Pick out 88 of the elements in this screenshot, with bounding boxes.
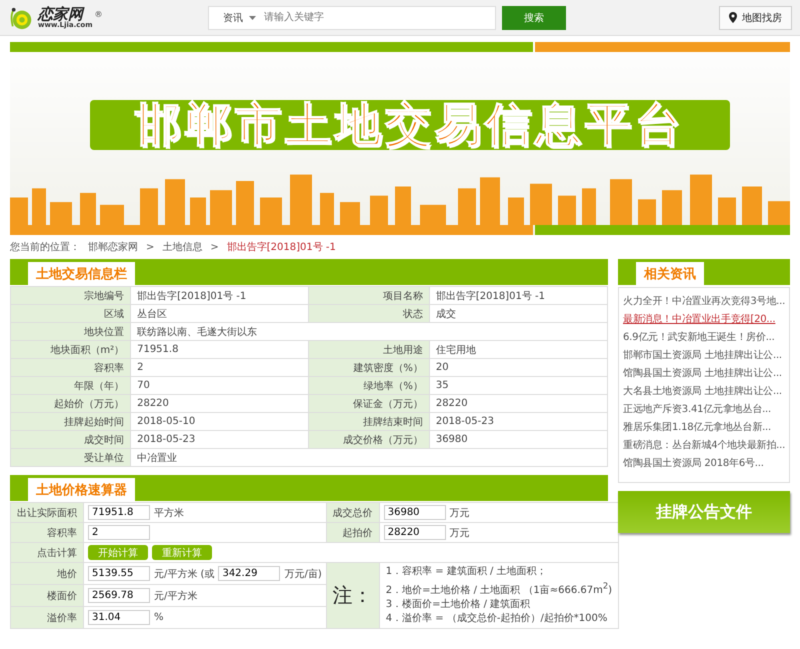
field-value: 35 (429, 376, 608, 394)
field-label: 宗地编号 (10, 286, 131, 304)
field-label: 区域 (10, 304, 131, 322)
field-value: 丛台区 (130, 304, 309, 322)
field-label: 绿地率（%） (308, 376, 430, 394)
news-link[interactable]: 馆陶县国土资源局 2018年6号... (623, 456, 786, 471)
unit-label: 元/平方米 (154, 590, 198, 603)
field-label: 成交总价 (326, 502, 380, 522)
field-label: 保证金（万元） (308, 394, 430, 412)
news-link[interactable]: 大名县土地资源局 土地挂牌出让公... (623, 384, 786, 399)
field-value: 2 (130, 358, 309, 376)
field-label: 项目名称 (308, 286, 430, 304)
input-field[interactable]: 36980 (384, 505, 446, 520)
field-value: 36980 (429, 430, 608, 448)
unit-label: 万元 (450, 506, 470, 520)
news-link[interactable]: 雅居乐集团1.18亿元拿地丛台新... (623, 420, 786, 435)
field-value: 2018-05-23 (429, 412, 608, 430)
breadcrumb-link[interactable]: 邯出告字[2018]01号 -1 (226, 240, 336, 254)
breadcrumb-separator: > (146, 242, 154, 252)
field-label: 挂牌起始时间 (10, 412, 131, 430)
field-value: 28220 (130, 394, 309, 412)
search-button[interactable]: 搜索 (502, 6, 566, 30)
breadcrumb-separator: > (210, 242, 219, 252)
news-link[interactable]: 重磅消息：丛台新城4个地块最新拍... (623, 438, 786, 453)
unit-label: 万元/亩) (284, 568, 322, 581)
notes-label: 注： (326, 562, 380, 629)
note-line: 3．楼面价=土地价格 / 建筑面积 (386, 598, 532, 612)
category-dropdown[interactable]: 资讯 (223, 10, 243, 24)
registered-mark: ® (94, 10, 103, 18)
breadcrumb-link[interactable]: 邯郸恋家网 (88, 240, 138, 254)
field-label: 起始价（万元） (10, 394, 131, 412)
input-field[interactable]: 2569.78 (88, 588, 150, 604)
input-field[interactable]: 5139.55 (88, 566, 150, 582)
field-label: 出让实际面积 (10, 502, 84, 522)
search-field[interactable]: 资讯 请输入关键字 (208, 6, 496, 30)
field-label: 容积率 (10, 522, 84, 542)
field-label: 成交价格（万元） (308, 430, 430, 448)
input-field[interactable]: 28220 (384, 525, 446, 540)
news-link[interactable]: 正远地产斥资3.41亿元拿地丛台... (623, 402, 786, 417)
input-field[interactable]: 342.29 (218, 566, 280, 582)
unit-label: 平方米 (154, 506, 184, 520)
field-value: 邯出告字[2018]01号 -1 (429, 286, 608, 304)
field-value: 2018-05-10 (130, 412, 309, 430)
news-link[interactable]: 6.9亿元！武安新地王诞生！房价... (623, 330, 786, 345)
note-line: 1．容积率 = 建筑面积 / 土地面积； (386, 565, 548, 579)
news-link[interactable]: 邯郸市国土资源局 土地挂牌出让公... (623, 348, 786, 363)
news-link[interactable]: 火力全开！中冶置业再次竞得3号地... (623, 294, 786, 309)
breadcrumb-link[interactable]: 土地信息 (162, 240, 202, 254)
field-label: 建筑密度（%） (308, 358, 430, 376)
breadcrumb-label: 您当前的位置： (10, 240, 80, 254)
map-pin-icon (729, 12, 737, 23)
field-label: 土地用途 (308, 340, 430, 358)
field-value: 28220 (429, 394, 608, 412)
input-field[interactable]: 2 (88, 525, 150, 540)
field-value: 中冶置业 (130, 448, 608, 466)
field-value: 20 (429, 358, 608, 376)
input-field[interactable]: 31.04 (88, 610, 150, 626)
news-link[interactable]: 馆陶县国土资源局 土地挂牌出让公... (623, 366, 786, 381)
field-label: 楼面价 (10, 584, 84, 607)
field-label: 容积率 (10, 358, 131, 376)
unit-label: 元/平方米 (或 (154, 568, 214, 581)
field-value: 70 (130, 376, 309, 394)
field-label: 挂牌结束时间 (308, 412, 430, 430)
unit-label: 万元 (450, 526, 470, 540)
field-label: 状态 (308, 304, 430, 322)
field-label: 点击计算 (10, 542, 84, 562)
unit-label: % (154, 612, 164, 624)
field-label: 受让单位 (10, 448, 131, 466)
map-search-button[interactable]: 地图找房 (719, 6, 792, 30)
note-line: 2．地价=土地价格 / 土地面积 （1亩≈666.67m$^{2}$) (386, 580, 612, 598)
logo-name[interactable]: 恋家网 (38, 6, 93, 22)
field-label: 年限（年） (10, 376, 131, 394)
field-value: 邯出告字[2018]01号 -1 (130, 286, 309, 304)
field-label: 起拍价 (326, 522, 380, 542)
field-label: 地块面积（m²） (10, 340, 131, 358)
field-label: 地价 (10, 562, 84, 585)
note-line: 4．溢价率 = （成交总价-起拍价）/起拍价*100% (386, 612, 608, 626)
field-label: 成交时间 (10, 430, 131, 448)
field-value: 成交 (429, 304, 608, 322)
field-label: 地块位置 (10, 322, 131, 340)
field-value: 住宅用地 (429, 340, 608, 358)
banner-title: 邯郸市土地交易信息平台 (135, 96, 685, 153)
input-field[interactable]: 71951.8 (88, 505, 150, 520)
field-value: 71951.8 (130, 340, 309, 358)
caret-icon (249, 16, 256, 20)
field-label: 溢价率 (10, 606, 84, 629)
field-value: 2018-05-23 (130, 430, 309, 448)
news-link[interactable]: 最新消息！中冶置业出手竞得[20... (623, 312, 786, 327)
